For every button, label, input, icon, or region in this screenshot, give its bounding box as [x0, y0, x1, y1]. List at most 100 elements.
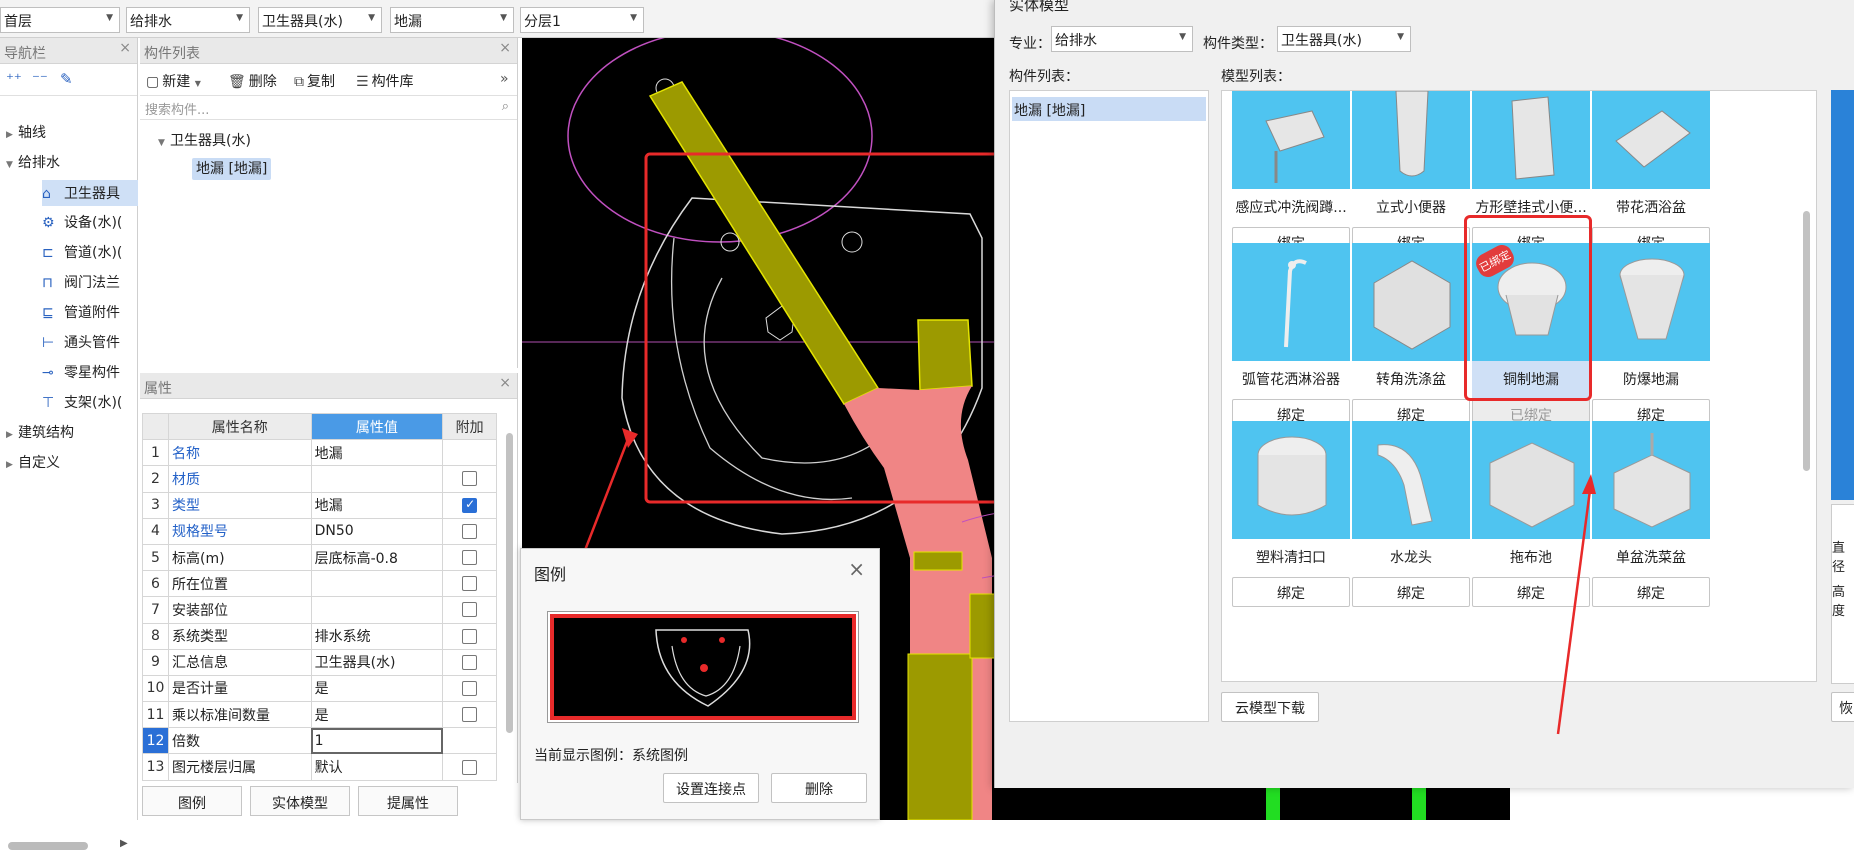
nav-item-pipe-accessory[interactable]: ⊑ 管道附件 [42, 302, 120, 322]
table-row[interactable]: 9 汇总信息 卫生器具(水) [142, 648, 497, 676]
checkbox[interactable] [462, 523, 478, 539]
model-card[interactable]: 水龙头 绑定 [1352, 421, 1470, 611]
category-select[interactable]: 卫生器具(水) ▼ [258, 7, 382, 33]
nav-item-equipment[interactable]: ⚙ 设备(水)( [42, 212, 122, 232]
set-connection-point-button[interactable]: 设置连接点 [663, 773, 759, 803]
nav-item-pipe[interactable]: ⊏ 管道(水)( [42, 242, 122, 262]
nav-item-fitting[interactable]: ⊢ 通头管件 [42, 332, 120, 352]
expand-all-icon[interactable]: ⁺⁺ [6, 70, 22, 88]
checkbox[interactable] [462, 550, 478, 566]
nav-item-valve[interactable]: ⊓ 阀门法兰 [42, 272, 120, 292]
properties-scrollbar[interactable] [506, 433, 513, 733]
close-icon[interactable]: × [499, 375, 511, 391]
list-item-selected[interactable]: 地漏 [地漏] [1012, 97, 1206, 121]
discipline-select[interactable]: 给排水 ▼ [126, 7, 250, 33]
library-button[interactable]: ☰ 构件库 [356, 71, 414, 91]
table-row[interactable]: 4 规格型号 DN50 [142, 517, 497, 545]
model-card[interactable]: 转角洗涤盆 绑定 [1352, 243, 1470, 433]
model-thumbnail [1472, 91, 1590, 189]
multiplier-input[interactable]: 1 [310, 727, 444, 755]
nav-item-support[interactable]: ⊤ 支架(水)( [42, 392, 122, 412]
checkbox[interactable] [462, 471, 478, 487]
model-grid-scrollbar[interactable] [1803, 211, 1810, 471]
checkbox[interactable] [462, 759, 478, 775]
model-card[interactable]: 弧管花洒淋浴器 绑定 [1232, 243, 1350, 433]
more-icon[interactable]: » [500, 71, 509, 87]
model-card[interactable]: 塑料清扫口 绑定 [1232, 421, 1350, 611]
pipe-accessory-icon: ⊑ [42, 305, 54, 321]
model-card[interactable]: 带花洒浴盆 绑定 [1592, 91, 1710, 261]
pipe-fitting-yellow[interactable] [913, 551, 963, 571]
checkbox-checked[interactable] [462, 497, 478, 513]
properties-header-row: 属性名称 属性值 附加 [142, 412, 497, 441]
model-type-select[interactable]: 卫生器具(水) ▼ [1277, 26, 1411, 52]
model-card[interactable]: 拖布池 绑定 [1472, 421, 1590, 611]
chevron-down-icon: ▼ [1179, 32, 1186, 42]
pipe-segment-yellow[interactable] [907, 653, 973, 820]
sublayer-select[interactable]: 分层1 ▼ [520, 7, 644, 33]
tab-entity-model[interactable]: 实体模型 [250, 786, 350, 816]
cloud-download-button[interactable]: 云模型下载 [1221, 692, 1319, 722]
restore-button[interactable]: 恢 [1831, 692, 1854, 722]
edit-icon[interactable]: ✎ [60, 70, 73, 88]
nav-item-fixtures[interactable]: ⌂ 卫生器具 [42, 180, 138, 206]
type-label: 构件类型： [1203, 36, 1273, 52]
checkbox[interactable] [462, 680, 478, 696]
close-icon[interactable]: × [848, 557, 865, 581]
model-thumbnail [1592, 421, 1710, 539]
checkbox[interactable] [462, 707, 478, 723]
delete-button[interactable]: 🗑 删除 [228, 71, 277, 91]
model-discipline-select[interactable]: 给排水 ▼ [1051, 26, 1193, 52]
nav-header: 导航栏 × [0, 38, 137, 64]
pipe-icon: ⊏ [42, 245, 54, 261]
table-row[interactable]: 2 材质 [142, 465, 497, 493]
collapse-all-icon[interactable]: ⁻⁻ [32, 70, 48, 88]
bind-button[interactable]: 绑定 [1592, 577, 1710, 607]
model-card[interactable]: 立式小便器 绑定 [1352, 91, 1470, 261]
table-row[interactable]: 6 所在位置 [142, 570, 497, 598]
bind-button[interactable]: 绑定 [1352, 577, 1470, 607]
tab-legend[interactable]: 图例 [142, 786, 242, 816]
model-card[interactable]: 防爆地漏 绑定 [1592, 243, 1710, 433]
copy-button[interactable]: ⧉ 复制 [294, 71, 335, 91]
table-row[interactable]: 8 系统类型 排水系统 [142, 622, 497, 650]
nav-item-custom[interactable]: ▶ 自定义 [6, 452, 60, 472]
component-search[interactable]: 搜索构件... ⌕ [140, 96, 517, 120]
table-row[interactable]: 5 标高(m) 层底标高-0.8 [142, 543, 497, 572]
expand-arrow-icon: ▶ [6, 430, 13, 440]
legend-current: 当前显示图例：系统图例 [534, 748, 688, 764]
checkbox[interactable] [462, 628, 478, 644]
component-select[interactable]: 地漏 ▼ [390, 7, 514, 33]
table-row[interactable]: 7 安装部位 [142, 596, 497, 624]
bind-button[interactable]: 绑定 [1472, 577, 1590, 607]
close-icon[interactable]: × [119, 40, 131, 56]
pipe-segment-yellow[interactable] [648, 81, 880, 405]
component-item[interactable]: 地漏 [地漏] [192, 158, 272, 180]
table-row[interactable]: 10 是否计量是 [142, 674, 497, 703]
list-label: 构件列表： [1009, 69, 1079, 85]
horizontal-scrollbar[interactable] [8, 842, 88, 850]
table-row[interactable]: 12 倍数 1 [142, 727, 497, 755]
model-card[interactable]: 单盆洗菜盆 绑定 [1592, 421, 1710, 611]
scroll-right-icon[interactable]: ▶ [120, 838, 128, 849]
nav-item-misc[interactable]: ⊸ 零星构件 [42, 362, 120, 382]
checkbox[interactable] [462, 654, 478, 670]
table-row[interactable]: 1 名称 地漏 [142, 439, 497, 467]
floor-select[interactable]: 首层 ▼ [0, 7, 120, 33]
table-row[interactable]: 13 图元楼层归属 默认 [142, 753, 497, 781]
bind-button[interactable]: 绑定 [1232, 577, 1350, 607]
close-icon[interactable]: × [499, 40, 511, 56]
component-group[interactable]: ▼ 卫生器具(水) [158, 130, 251, 150]
tab-extract-properties[interactable]: 提属性 [358, 786, 458, 816]
new-button[interactable]: ▢ 新建 ▼ [146, 71, 201, 91]
nav-item-structure[interactable]: ▶ 建筑结构 [6, 422, 74, 442]
nav-item-axis[interactable]: ▶ 轴线 [6, 122, 46, 142]
table-row[interactable]: 3 类型 地漏 [142, 491, 497, 519]
table-row[interactable]: 11 乘以标准间数量是 [142, 701, 497, 729]
checkbox[interactable] [462, 602, 478, 618]
model-card[interactable]: 感应式冲洗阀蹲... 绑定 [1232, 91, 1350, 261]
legend-delete-button[interactable]: 删除 [771, 773, 867, 803]
nav-item-water[interactable]: ▼ 给排水 [6, 152, 60, 172]
pipe-segment-yellow[interactable] [917, 319, 973, 391]
checkbox[interactable] [462, 576, 478, 592]
